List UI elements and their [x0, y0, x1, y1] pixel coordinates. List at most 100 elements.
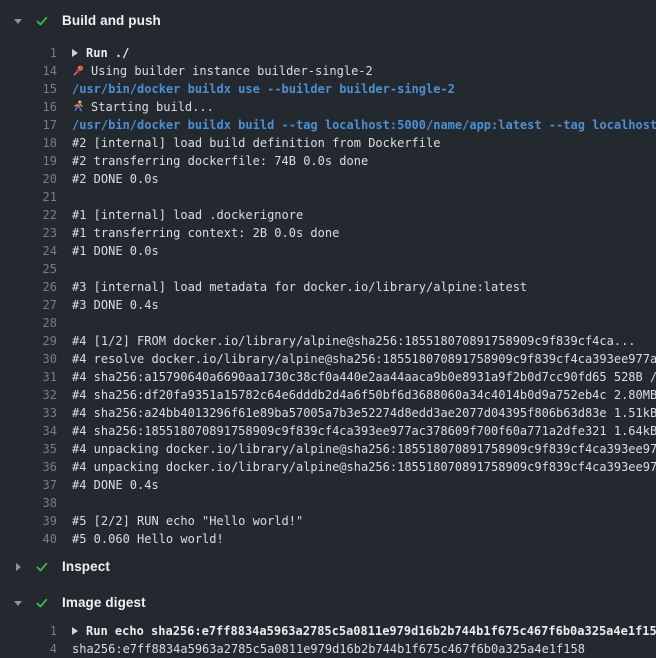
line-number[interactable]: 19 — [0, 152, 57, 170]
log-line: 16 Starting build... — [0, 98, 656, 116]
line-number[interactable]: 30 — [0, 350, 57, 368]
line-number[interactable]: 1 — [0, 44, 57, 62]
chevron-down-icon[interactable] — [13, 19, 23, 24]
line-number[interactable]: 32 — [0, 386, 57, 404]
line-number[interactable]: 36 — [0, 458, 57, 476]
check-icon — [35, 14, 49, 28]
line-text: Starting build... — [72, 98, 214, 116]
line-number[interactable]: 21 — [0, 188, 57, 206]
line-number[interactable]: 37 — [0, 476, 57, 494]
line-number[interactable]: 27 — [0, 296, 57, 314]
log-line: 34 #4 sha256:185518070891758909c9f839cf4… — [0, 422, 656, 440]
check-icon — [35, 560, 49, 574]
check-icon — [35, 596, 49, 610]
line-number[interactable]: 28 — [0, 314, 57, 332]
line-number[interactable]: 1 — [0, 622, 57, 640]
section-log-build-and-push: 1 Run ./ 14 Using builder instance build… — [0, 44, 656, 548]
line-number[interactable]: 20 — [0, 170, 57, 188]
line-text: Run ./ — [72, 44, 129, 62]
log-line: 26 #3 [internal] load metadata for docke… — [0, 278, 656, 296]
log-line: 21 — [0, 188, 656, 206]
line-text: #4 unpacking docker.io/library/alpine@sh… — [72, 440, 656, 458]
runner-icon — [72, 100, 85, 113]
log-line: 23 #1 transferring context: 2B 0.0s done — [0, 224, 656, 242]
line-text: #4 sha256:a24bb4013296f61e89ba57005a7b3e… — [72, 404, 656, 422]
line-text: #4 unpacking docker.io/library/alpine@sh… — [72, 458, 656, 476]
log-line: 20 #2 DONE 0.0s — [0, 170, 656, 188]
log-line: 1 Run echo sha256:e7ff8834a5963a2785c5a0… — [0, 622, 656, 640]
check-icon — [35, 14, 49, 28]
line-number[interactable]: 26 — [0, 278, 57, 296]
section-log-image-digest: 1 Run echo sha256:e7ff8834a5963a2785c5a0… — [0, 622, 656, 658]
log-line: 29 #4 [1/2] FROM docker.io/library/alpin… — [0, 332, 656, 350]
log-line: 18 #2 [internal] load build definition f… — [0, 134, 656, 152]
chevron-right-icon[interactable] — [13, 563, 23, 571]
line-text: #2 transferring dockerfile: 74B 0.0s don… — [72, 152, 368, 170]
log-line: 30 #4 resolve docker.io/library/alpine@s… — [0, 350, 656, 368]
log-line: 32 #4 sha256:df20fa9351a15782c64e6dddb2d… — [0, 386, 656, 404]
section-header-build-and-push[interactable]: Build and push — [0, 11, 656, 31]
line-text: #4 sha256:a15790640a6690aa1730c38cf0a440… — [72, 368, 656, 386]
line-text: #5 [2/2] RUN echo "Hello world!" — [72, 512, 303, 530]
log-line: 17 /usr/bin/docker buildx build --tag lo… — [0, 116, 656, 134]
log-line: 19 #2 transferring dockerfile: 74B 0.0s … — [0, 152, 656, 170]
group-expand-icon[interactable] — [72, 49, 78, 57]
line-text: Using builder instance builder-single-2 — [72, 62, 373, 80]
log-line: 14 Using builder instance builder-single… — [0, 62, 656, 80]
line-text: #4 sha256:185518070891758909c9f839cf4ca3… — [72, 422, 656, 440]
line-text: #5 0.060 Hello world! — [72, 530, 224, 548]
log-line: 39 #5 [2/2] RUN echo "Hello world!" — [0, 512, 656, 530]
line-number[interactable]: 40 — [0, 530, 57, 548]
line-number[interactable]: 15 — [0, 80, 57, 98]
log-line: 33 #4 sha256:a24bb4013296f61e89ba57005a7… — [0, 404, 656, 422]
line-number[interactable]: 16 — [0, 98, 57, 116]
line-text: #4 DONE 0.4s — [72, 476, 159, 494]
line-text: #4 [1/2] FROM docker.io/library/alpine@s… — [72, 332, 636, 350]
line-text: #2 [internal] load build definition from… — [72, 134, 440, 152]
line-text: sha256:e7ff8834a5963a2785c5a0811e979d16b… — [72, 640, 585, 658]
line-text: #3 DONE 0.4s — [72, 296, 159, 314]
line-number[interactable]: 17 — [0, 116, 57, 134]
pin-icon — [72, 64, 85, 77]
log-line: 35 #4 unpacking docker.io/library/alpine… — [0, 440, 656, 458]
line-number[interactable]: 31 — [0, 368, 57, 386]
log-line: 36 #4 unpacking docker.io/library/alpine… — [0, 458, 656, 476]
line-text: #4 resolve docker.io/library/alpine@sha2… — [72, 350, 656, 368]
line-number[interactable]: 24 — [0, 242, 57, 260]
line-number[interactable]: 35 — [0, 440, 57, 458]
line-text: Run echo sha256:e7ff8834a5963a2785c5a081… — [72, 622, 656, 640]
log-line: 27 #3 DONE 0.4s — [0, 296, 656, 314]
line-text: /usr/bin/docker buildx build --tag local… — [72, 116, 656, 134]
line-number[interactable]: 4 — [0, 640, 57, 658]
log-line: 4 sha256:e7ff8834a5963a2785c5a0811e979d1… — [0, 640, 656, 658]
line-text: /usr/bin/docker buildx use --builder bui… — [72, 80, 455, 98]
actions-log-panel: Build and push 1 Run ./ 14 Using builder… — [0, 0, 656, 658]
log-line: 37 #4 DONE 0.4s — [0, 476, 656, 494]
line-text: #1 DONE 0.0s — [72, 242, 159, 260]
check-icon — [35, 560, 49, 574]
section-header-image-digest[interactable]: Image digest — [0, 593, 656, 613]
chevron-down-icon[interactable] — [13, 601, 23, 606]
line-number[interactable]: 39 — [0, 512, 57, 530]
group-expand-icon[interactable] — [72, 627, 78, 635]
line-number[interactable]: 23 — [0, 224, 57, 242]
log-line: 25 — [0, 260, 656, 278]
check-icon — [35, 596, 49, 610]
line-number[interactable]: 25 — [0, 260, 57, 278]
line-number[interactable]: 29 — [0, 332, 57, 350]
line-number[interactable]: 18 — [0, 134, 57, 152]
line-number[interactable]: 34 — [0, 422, 57, 440]
line-number[interactable]: 14 — [0, 62, 57, 80]
line-number[interactable]: 38 — [0, 494, 57, 512]
line-number[interactable]: 22 — [0, 206, 57, 224]
section-title: Build and push — [62, 12, 161, 30]
log-line: 15 /usr/bin/docker buildx use --builder … — [0, 80, 656, 98]
log-line: 22 #1 [internal] load .dockerignore — [0, 206, 656, 224]
line-text: #4 sha256:df20fa9351a15782c64e6dddb2d4a6… — [72, 386, 656, 404]
line-text: #1 [internal] load .dockerignore — [72, 206, 303, 224]
log-line: 24 #1 DONE 0.0s — [0, 242, 656, 260]
line-text: #3 [internal] load metadata for docker.i… — [72, 278, 527, 296]
log-line: 38 — [0, 494, 656, 512]
section-header-inspect[interactable]: Inspect — [0, 557, 656, 577]
line-number[interactable]: 33 — [0, 404, 57, 422]
